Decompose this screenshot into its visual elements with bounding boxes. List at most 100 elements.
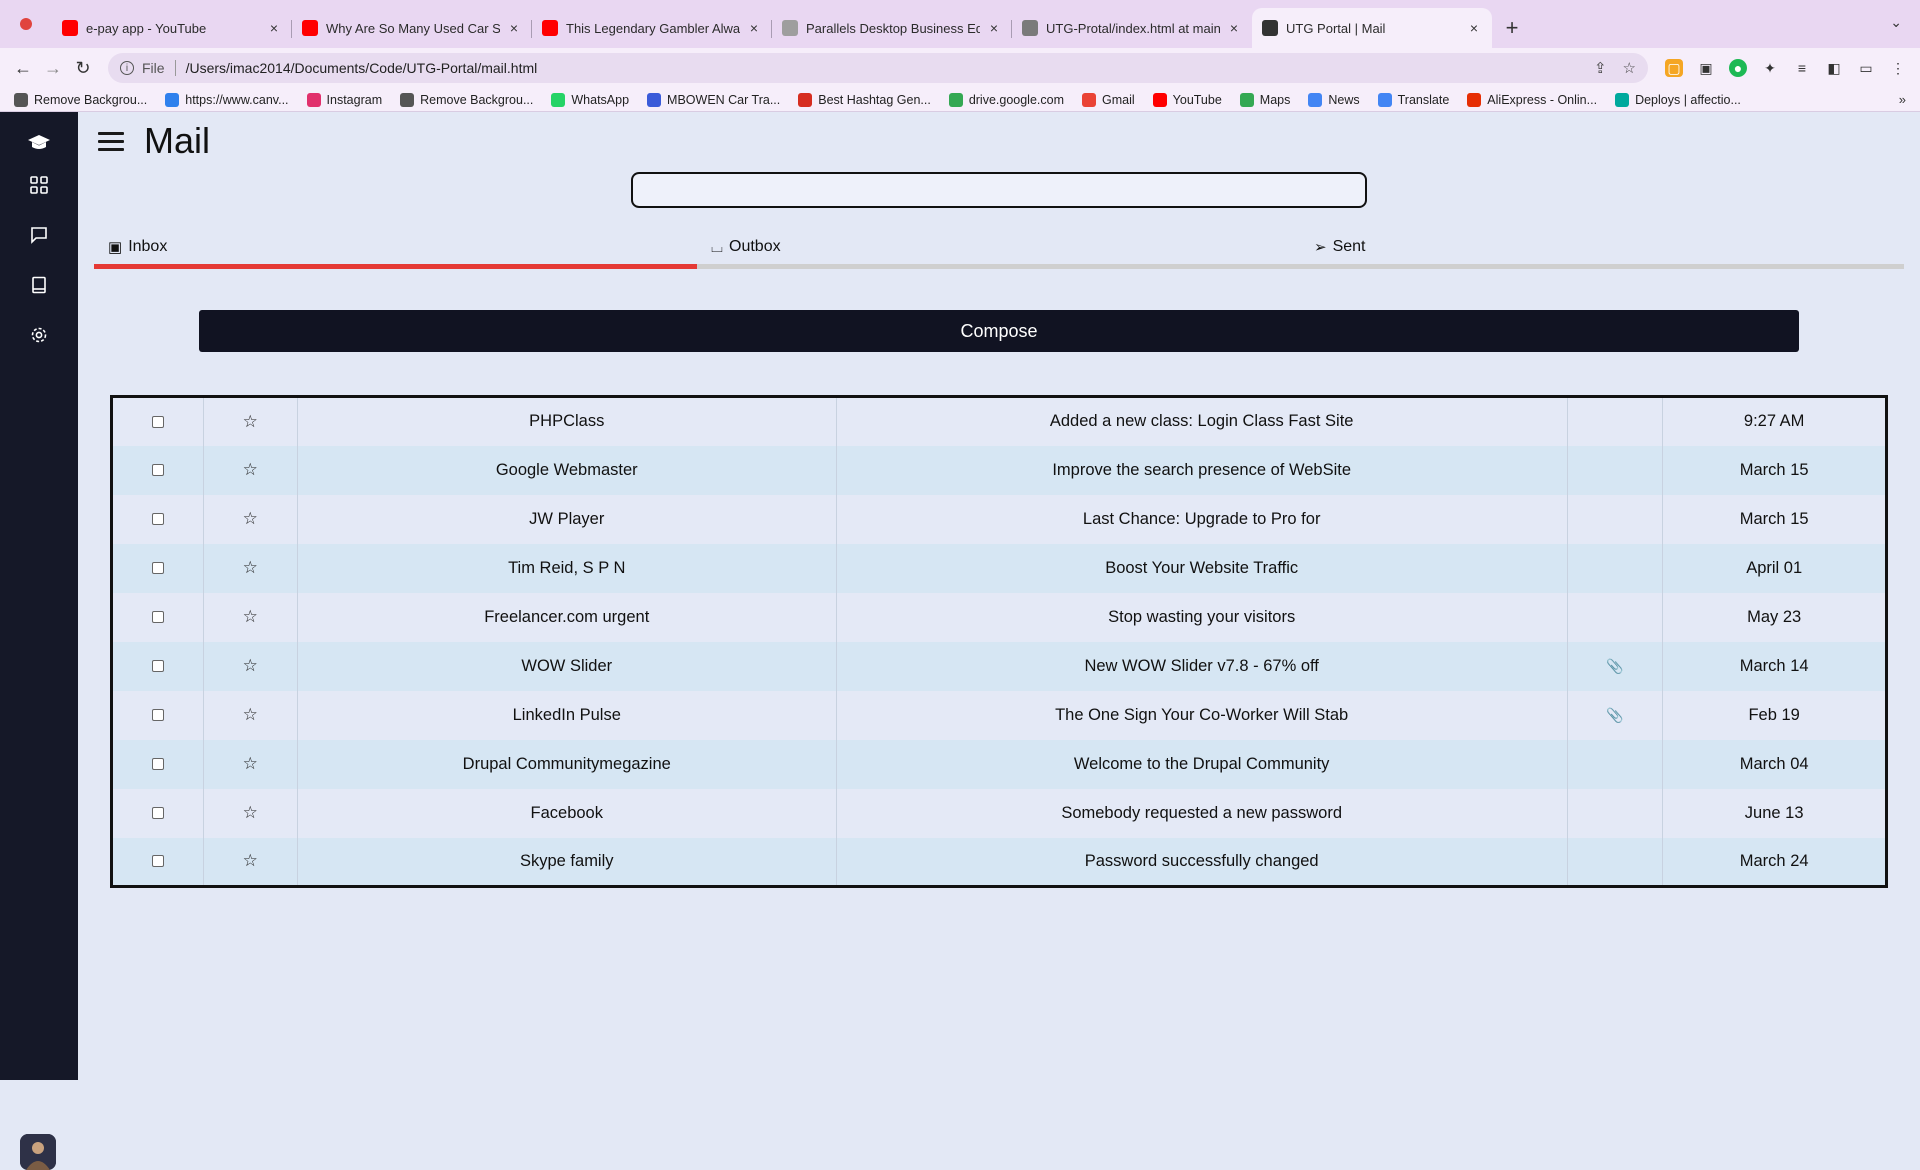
tab-sent[interactable]: ➢ Sent (1314, 238, 1366, 256)
profile-icon[interactable]: ▭ (1857, 59, 1875, 77)
chat-icon[interactable] (26, 222, 52, 248)
search-input[interactable] (631, 172, 1367, 208)
email-subject[interactable]: Added a new class: Login Class Fast Site (835, 396, 1567, 446)
media-queue-icon[interactable]: ≡ (1793, 59, 1811, 77)
bookmark-item[interactable]: Gmail (1082, 92, 1135, 107)
star-icon[interactable]: ☆ (243, 558, 258, 577)
bookmark-item[interactable]: Remove Backgrou... (400, 92, 533, 107)
site-info-icon[interactable]: i (120, 61, 134, 75)
bookmark-item[interactable]: AliExpress - Onlin... (1467, 92, 1597, 107)
email-sender[interactable]: Facebook (296, 788, 837, 838)
email-sender[interactable]: Tim Reid, S P N (296, 543, 837, 593)
close-window-button[interactable] (20, 18, 32, 30)
email-subject[interactable]: Stop wasting your visitors (835, 592, 1567, 642)
email-subject[interactable]: Password successfully changed (835, 837, 1567, 887)
email-subject[interactable]: Somebody requested a new password (835, 788, 1567, 838)
bookmark-item[interactable]: Maps (1239, 92, 1290, 107)
email-subject[interactable]: Last Chance: Upgrade to Pro for (835, 494, 1567, 544)
email-select-checkbox[interactable] (151, 660, 164, 673)
email-sender[interactable]: Freelancer.com urgent (296, 592, 837, 642)
bookmark-item[interactable]: drive.google.com (948, 92, 1064, 107)
forward-button[interactable]: → (38, 58, 68, 79)
bookmark-item[interactable]: Remove Backgrou... (14, 92, 147, 107)
star-icon[interactable]: ☆ (243, 754, 258, 773)
tab-close-icon[interactable]: × (746, 20, 762, 36)
star-icon[interactable]: ☆ (243, 851, 258, 870)
email-subject[interactable]: Boost Your Website Traffic (835, 543, 1567, 593)
back-button[interactable]: ← (8, 58, 38, 79)
menu-kebab-icon[interactable]: ⋮ (1889, 59, 1907, 77)
tab-search-chevron-icon[interactable]: ⌄ (1890, 14, 1902, 31)
bookmarks-overflow-icon[interactable]: » (1899, 92, 1906, 107)
email-row[interactable]: ☆ Google Webmaster Improve the search pres… (111, 445, 1887, 495)
bookmark-item[interactable]: WhatsApp (551, 92, 629, 107)
extension-icon-orange[interactable]: ▢ (1665, 59, 1683, 77)
extensions-puzzle-icon[interactable]: ✦ (1761, 59, 1779, 77)
email-select-checkbox[interactable] (151, 464, 164, 477)
compose-button[interactable]: Compose (199, 310, 1799, 352)
tab-close-icon[interactable]: × (1226, 20, 1242, 36)
email-subject[interactable]: New WOW Slider v7.8 - 67% off (835, 641, 1567, 691)
tab-close-icon[interactable]: × (986, 20, 1002, 36)
dashboard-grid-icon[interactable] (26, 172, 52, 198)
url-text[interactable]: /Users/imac2014/Documents/Code/UTG-Porta… (186, 60, 1578, 76)
bookmark-item[interactable]: Deploys | affectio... (1615, 92, 1741, 107)
browser-tab[interactable]: Why Are So Many Used Car St × (292, 8, 532, 48)
star-icon[interactable]: ☆ (243, 656, 258, 675)
bookmark-item[interactable]: News (1308, 92, 1360, 107)
star-icon[interactable]: ☆ (243, 412, 258, 431)
email-select-checkbox[interactable] (151, 709, 164, 722)
book-icon[interactable] (26, 272, 52, 298)
email-sender[interactable]: WOW Slider (296, 641, 837, 691)
email-row[interactable]: ☆ JW Player Last Chance: Upgrade to Pro fo… (111, 494, 1887, 544)
email-sender[interactable]: JW Player (296, 494, 837, 544)
user-avatar[interactable] (20, 1134, 56, 1170)
browser-tab[interactable]: UTG-Protal/index.html at main × (1012, 8, 1252, 48)
email-sender[interactable]: Drupal Communitymegazine (296, 739, 837, 789)
tab-close-icon[interactable]: × (1466, 20, 1482, 36)
email-select-checkbox[interactable] (151, 562, 164, 575)
email-row[interactable]: ☆ WOW Slider New WOW Slider v7.8 - 67% off… (111, 641, 1887, 691)
email-row[interactable]: ☆ Drupal Communitymegazine Welcome to the … (111, 739, 1887, 789)
tab-outbox[interactable]: ⌴ Outbox (711, 238, 781, 256)
email-select-checkbox[interactable] (151, 855, 164, 868)
graduation-cap-logo-icon[interactable] (26, 130, 52, 156)
bookmark-item[interactable]: MBOWEN Car Tra... (647, 92, 780, 107)
tab-close-icon[interactable]: × (266, 20, 282, 36)
star-icon[interactable]: ☆ (243, 803, 258, 822)
browser-tab[interactable]: Parallels Desktop Business Edi × (772, 8, 1012, 48)
tab-inbox[interactable]: ▣ Inbox (108, 238, 167, 256)
email-row[interactable]: ☆ Freelancer.com urgent Stop wasting your … (111, 592, 1887, 642)
settings-gear-icon[interactable] (26, 322, 52, 348)
bookmark-star-icon[interactable]: ☆ (1623, 59, 1636, 77)
share-icon[interactable]: ⇪ (1594, 59, 1607, 77)
bookmark-item[interactable]: Best Hashtag Gen... (798, 92, 931, 107)
address-bar[interactable]: i File /Users/imac2014/Documents/Code/UT… (108, 53, 1648, 83)
email-row[interactable]: ☆ Tim Reid, S P N Boost Your Website Traff… (111, 543, 1887, 593)
hamburger-menu-icon[interactable] (98, 132, 124, 154)
browser-tab[interactable]: This Legendary Gambler Alway × (532, 8, 772, 48)
side-panel-icon[interactable]: ◧ (1825, 59, 1843, 77)
star-icon[interactable]: ☆ (243, 705, 258, 724)
email-row[interactable]: ☆ LinkedIn Pulse The One Sign Your Co-Work… (111, 690, 1887, 740)
star-icon[interactable]: ☆ (243, 509, 258, 528)
bookmark-item[interactable]: https://www.canv... (165, 92, 289, 107)
reload-button[interactable]: ↻ (68, 58, 98, 79)
email-row[interactable]: ☆ PHPClass Added a new class: Login Class … (111, 396, 1887, 446)
email-sender[interactable]: Google Webmaster (296, 445, 837, 495)
tab-close-icon[interactable]: × (506, 20, 522, 36)
email-sender[interactable]: PHPClass (296, 396, 837, 446)
browser-tab[interactable]: e-pay app - YouTube × (52, 8, 292, 48)
email-select-checkbox[interactable] (151, 807, 164, 820)
bookmark-item[interactable]: Translate (1377, 92, 1449, 107)
email-select-checkbox[interactable] (151, 611, 164, 624)
email-row[interactable]: ☆ Facebook Somebody requested a new passwo… (111, 788, 1887, 838)
email-select-checkbox[interactable] (151, 758, 164, 771)
browser-tab[interactable]: UTG Portal | Mail × (1252, 8, 1492, 48)
email-subject[interactable]: Welcome to the Drupal Community (835, 739, 1567, 789)
email-row[interactable]: ☆ Skype family Password successfully chang… (111, 837, 1887, 887)
email-subject[interactable]: The One Sign Your Co-Worker Will Stab (835, 690, 1567, 740)
extension-icon-green[interactable]: ● (1729, 59, 1747, 77)
star-icon[interactable]: ☆ (243, 607, 258, 626)
email-select-checkbox[interactable] (151, 415, 164, 428)
